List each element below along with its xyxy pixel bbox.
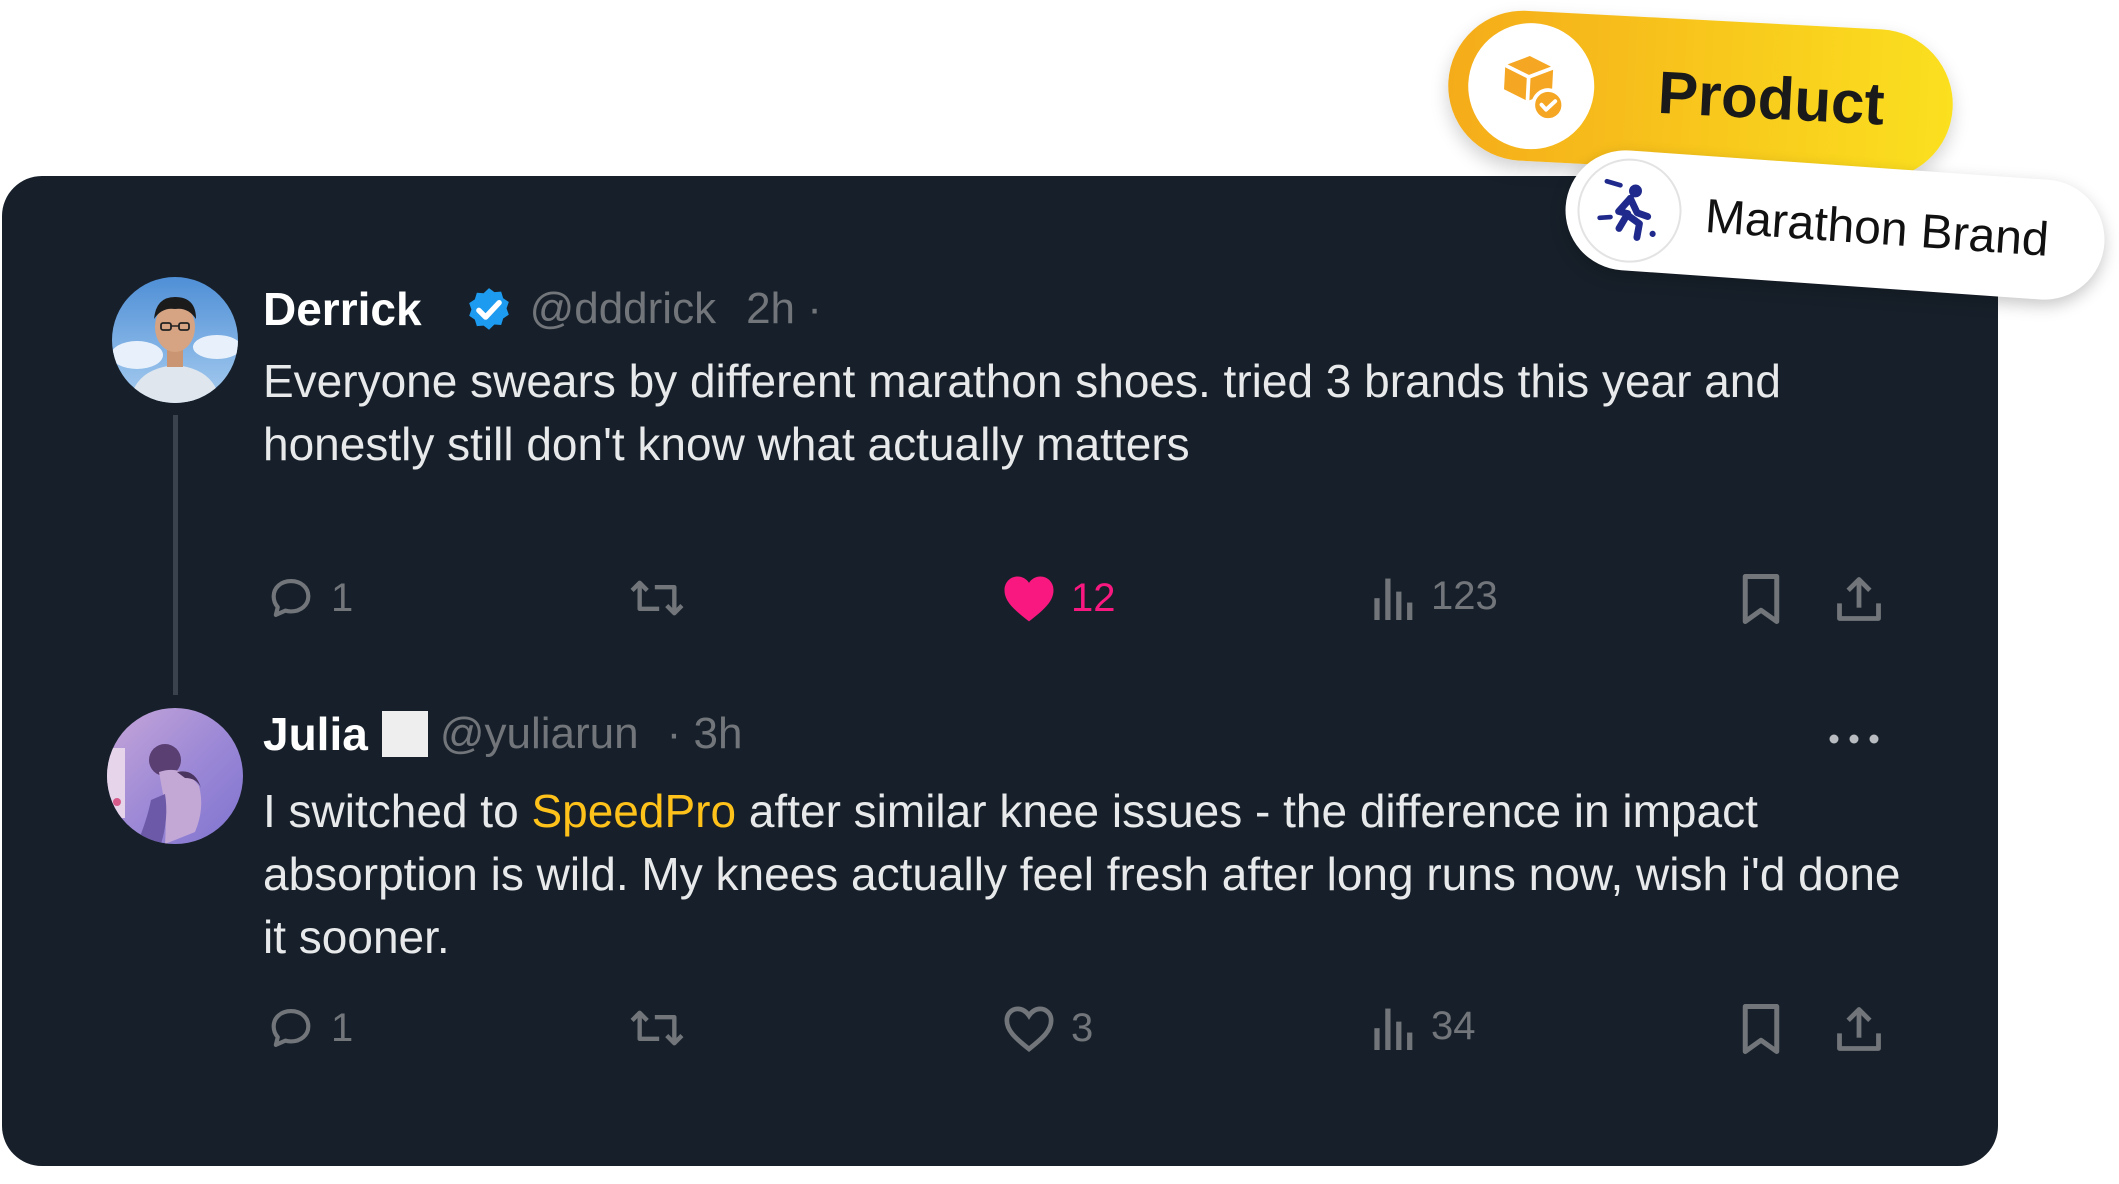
reply-text-before: I switched to bbox=[263, 785, 532, 837]
views-button[interactable]: 34 bbox=[1371, 1002, 1476, 1050]
heart-filled-icon bbox=[1004, 576, 1054, 622]
share-button[interactable] bbox=[1833, 572, 1885, 626]
thread-connector bbox=[173, 415, 178, 695]
reply-button[interactable]: 1 bbox=[265, 572, 353, 624]
post-header: Derrick @dddrick 2h · bbox=[263, 282, 822, 336]
share-icon bbox=[1837, 577, 1881, 621]
views-count: 123 bbox=[1431, 573, 1498, 618]
author-name[interactable]: Julia bbox=[263, 707, 368, 761]
heart-outline-icon bbox=[1004, 1006, 1054, 1052]
brand-mention[interactable]: SpeedPro bbox=[531, 785, 736, 837]
share-button[interactable] bbox=[1833, 1002, 1885, 1056]
post-time: 2h · bbox=[746, 284, 822, 333]
brand-logo-wrap bbox=[1574, 155, 1686, 267]
reply-count: 1 bbox=[331, 1005, 354, 1050]
bookmark-button[interactable] bbox=[1738, 1002, 1784, 1056]
reply-button[interactable]: 1 bbox=[265, 1002, 353, 1054]
reply-icon bbox=[271, 579, 311, 617]
verified-badge-icon bbox=[462, 282, 516, 336]
runner-logo-icon bbox=[1597, 178, 1656, 241]
views-count: 34 bbox=[1431, 1003, 1476, 1048]
author-handle[interactable]: @yuliarun bbox=[440, 709, 639, 759]
author-handle[interactable]: @dddrick bbox=[530, 284, 717, 334]
share-icon bbox=[1837, 1007, 1881, 1051]
like-button[interactable]: 3 bbox=[1001, 1002, 1093, 1054]
like-count: 3 bbox=[1071, 1005, 1094, 1050]
reply-text: I switched to SpeedPro after similar kne… bbox=[263, 780, 1903, 969]
brand-tag-label: Marathon Brand bbox=[1703, 189, 2051, 267]
repost-button[interactable] bbox=[628, 572, 686, 624]
stage: Derrick @dddrick 2h · Everyone swears by… bbox=[0, 0, 2119, 1184]
views-bar-chart-icon bbox=[1374, 1008, 1413, 1050]
reply-icon bbox=[271, 1009, 311, 1047]
post-actions: 1 12 123 bbox=[263, 572, 1893, 632]
bookmark-icon bbox=[1742, 574, 1780, 624]
product-tag-label: Product bbox=[1656, 58, 1887, 138]
views-bar-chart-icon bbox=[1374, 578, 1413, 620]
avatar-derrick[interactable] bbox=[112, 277, 238, 403]
reply-actions: 1 3 34 bbox=[263, 1002, 1893, 1062]
flag-icon bbox=[381, 711, 428, 757]
bookmark-button[interactable] bbox=[1738, 572, 1784, 626]
views-button[interactable]: 123 bbox=[1371, 572, 1498, 620]
reply-count: 1 bbox=[331, 575, 354, 620]
reply-time: · 3h bbox=[666, 709, 743, 758]
reply-header: Julia @yuliarun · 3h bbox=[263, 707, 742, 761]
like-button[interactable]: 12 bbox=[1001, 572, 1116, 624]
avatar-julia[interactable] bbox=[107, 708, 243, 844]
bookmark-icon bbox=[1742, 1004, 1780, 1054]
author-name[interactable]: Derrick bbox=[263, 282, 422, 336]
repost-button[interactable] bbox=[628, 1002, 686, 1054]
package-check-icon bbox=[1504, 56, 1566, 122]
like-count: 12 bbox=[1071, 575, 1116, 620]
more-options-icon[interactable] bbox=[1828, 722, 1880, 756]
post-text: Everyone swears by different marathon sh… bbox=[263, 355, 1781, 470]
product-box-icon-wrap bbox=[1465, 19, 1598, 153]
repost-icon bbox=[630, 580, 684, 616]
repost-icon bbox=[630, 1010, 684, 1046]
